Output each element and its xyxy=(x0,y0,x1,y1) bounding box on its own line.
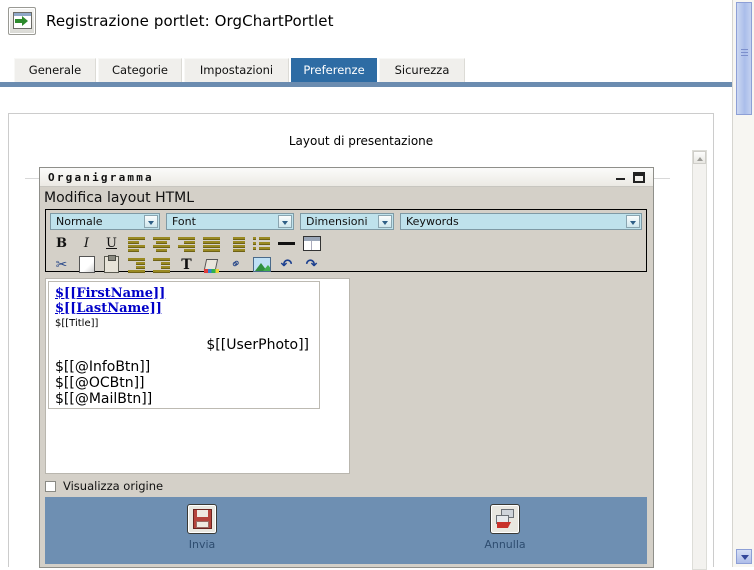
title-token: $[[Title]] xyxy=(55,318,99,329)
minimize-icon[interactable] xyxy=(616,172,625,181)
cancel-button[interactable]: Annulla xyxy=(470,504,540,551)
align-left-icon[interactable] xyxy=(125,234,148,253)
editor-window-title: Organigramma xyxy=(48,170,154,184)
ordered-list-icon[interactable] xyxy=(225,234,248,253)
undo-cancel-icon xyxy=(490,504,520,534)
mail-button-token: $[[@MailBtn]] xyxy=(55,391,153,407)
align-right-icon[interactable] xyxy=(175,234,198,253)
inner-scrollbar[interactable] xyxy=(692,150,707,570)
action-bar: Invia Annulla xyxy=(45,497,647,564)
copy-icon[interactable] xyxy=(75,255,98,274)
chevron-down-icon[interactable] xyxy=(626,215,640,228)
style-select-value: Normale xyxy=(56,215,103,228)
page-header: Registrazione portlet: OrgChartPortlet xyxy=(0,0,732,42)
oc-button-token: $[[@OCBtn]] xyxy=(55,375,145,391)
section-caption: Layout di presentazione xyxy=(288,134,434,148)
text-color-icon[interactable]: T xyxy=(175,255,198,274)
horizontal-rule-icon[interactable] xyxy=(275,234,298,253)
tab-bar: Generale Categorie Impostazioni Preferen… xyxy=(0,58,732,82)
tab-sicurezza[interactable]: Sicurezza xyxy=(379,58,465,82)
keywords-select-value: Keywords xyxy=(406,215,459,228)
page-scrollbar[interactable] xyxy=(732,0,754,567)
editor-titlebar: Organigramma xyxy=(40,168,653,187)
chevron-down-icon[interactable] xyxy=(378,215,392,228)
font-select[interactable]: Font xyxy=(166,213,294,230)
redo-icon[interactable]: ↷ xyxy=(300,255,323,274)
insert-link-icon[interactable]: ⚭ xyxy=(222,250,252,279)
toolbar-select-row: Normale Font Dimensioni Keywords xyxy=(46,210,646,230)
view-source-label: Visualizza origine xyxy=(63,479,164,493)
align-justify-icon[interactable] xyxy=(200,234,223,253)
last-name-token[interactable]: $[[LastName]] xyxy=(55,301,313,316)
maximize-icon[interactable] xyxy=(633,172,645,183)
editor-toolbar: Normale Font Dimensioni Keywords B I U ✂… xyxy=(45,209,647,274)
info-button-token: $[[@InfoBtn]] xyxy=(55,359,151,375)
chevron-down-icon[interactable] xyxy=(278,215,292,228)
submit-button[interactable]: Invia xyxy=(167,504,237,551)
insert-table-icon[interactable] xyxy=(300,234,323,253)
tab-generale[interactable]: Generale xyxy=(14,58,96,82)
portlet-window-export-icon xyxy=(8,7,36,35)
button-token-group: $[[@InfoBtn]] $[[@OCBtn]] $[[@MailBtn]] xyxy=(55,359,313,407)
tab-impostazioni[interactable]: Impostazioni xyxy=(184,58,289,82)
chevron-down-icon[interactable] xyxy=(144,215,158,228)
keywords-select[interactable]: Keywords xyxy=(400,213,642,230)
size-select-value: Dimensioni xyxy=(306,215,368,228)
user-photo-token: $[[UserPhoto]] xyxy=(206,337,309,353)
editor-heading: Modifica layout HTML xyxy=(44,190,195,206)
outdent-icon[interactable] xyxy=(125,255,148,274)
cancel-button-label: Annulla xyxy=(484,538,526,551)
wysiwyg-edit-surface[interactable]: $[[FirstName]] $[[LastName]] $[[Title]] … xyxy=(45,278,350,474)
tab-underline-rule xyxy=(0,82,732,87)
toolbar-row-editing: ✂ T ⚭ ↶ ↷ xyxy=(46,255,646,274)
align-center-icon[interactable] xyxy=(150,234,173,253)
chevron-down-icon[interactable] xyxy=(736,549,752,564)
unordered-list-icon[interactable] xyxy=(250,234,273,253)
content-panel: Layout di presentazione Organigramma Mod… xyxy=(8,113,714,570)
floppy-save-icon xyxy=(187,504,217,534)
bold-icon[interactable]: B xyxy=(50,234,73,253)
font-select-value: Font xyxy=(172,215,196,228)
style-select[interactable]: Normale xyxy=(50,213,160,230)
tab-categorie[interactable]: Categorie xyxy=(98,58,182,82)
first-name-token[interactable]: $[[FirstName]] xyxy=(55,286,313,301)
view-source-checkbox[interactable] xyxy=(45,480,56,492)
italic-icon[interactable]: I xyxy=(75,234,98,253)
underline-icon[interactable]: U xyxy=(100,234,123,253)
toolbar-row-formatting: B I U xyxy=(46,234,646,253)
page-title: Registrazione portlet: OrgChartPortlet xyxy=(46,12,334,30)
submit-button-label: Invia xyxy=(188,538,216,551)
chevron-up-icon[interactable] xyxy=(693,151,706,164)
size-select[interactable]: Dimensioni xyxy=(300,213,394,230)
scrollbar-thumb[interactable] xyxy=(736,2,752,115)
undo-icon[interactable]: ↶ xyxy=(275,255,298,274)
insert-image-icon[interactable] xyxy=(250,255,273,274)
tab-preferenze[interactable]: Preferenze xyxy=(291,58,377,82)
indent-icon[interactable] xyxy=(150,255,173,274)
layout-template-table[interactable]: $[[FirstName]] $[[LastName]] $[[Title]] … xyxy=(48,281,320,409)
fill-color-icon[interactable] xyxy=(200,255,223,274)
view-source-row: Visualizza origine xyxy=(45,477,647,495)
cut-icon[interactable]: ✂ xyxy=(50,255,73,274)
paste-icon[interactable] xyxy=(100,255,123,274)
html-editor-window: Organigramma Modifica layout HTML Normal… xyxy=(39,167,654,568)
